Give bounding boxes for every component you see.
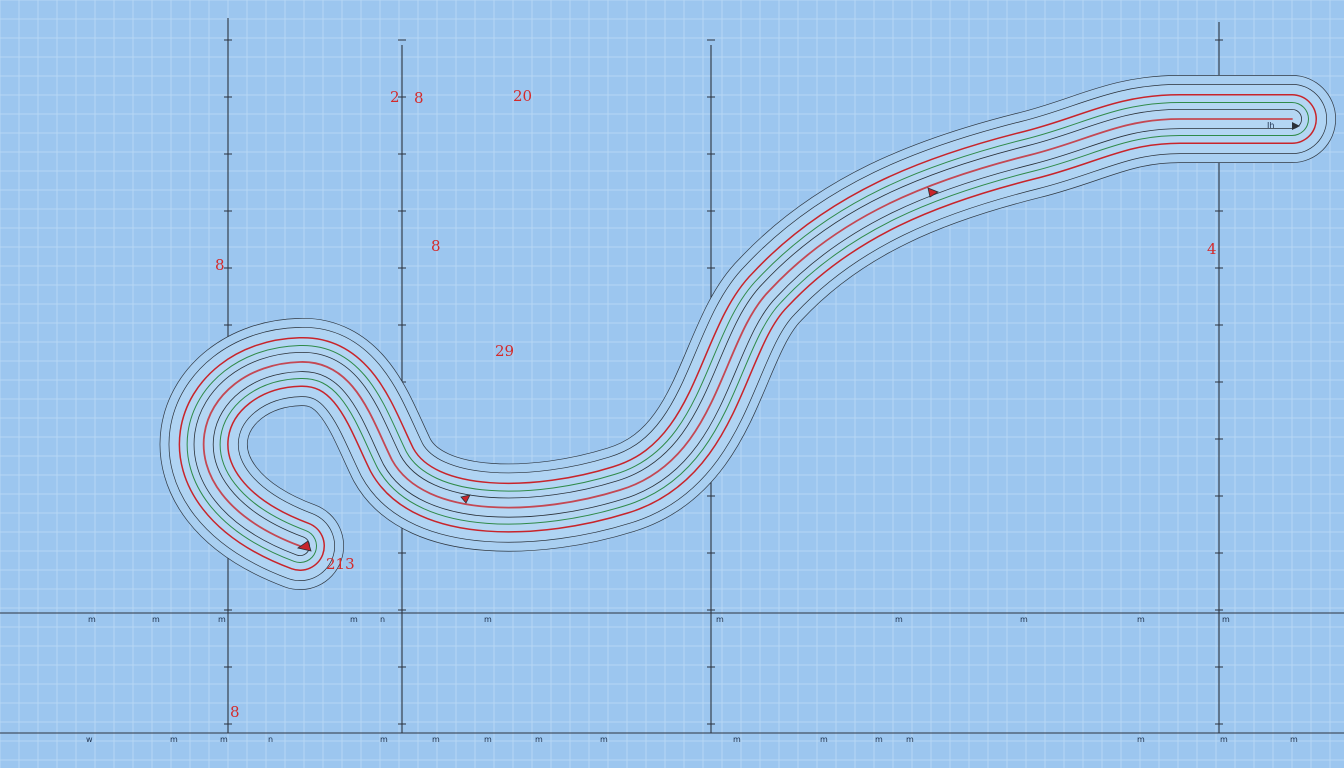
axis-mark-upper: m xyxy=(88,615,96,624)
axis-mark-lower: m xyxy=(432,735,440,744)
axis-mark-upper: m xyxy=(152,615,160,624)
axis-mark-lower: m xyxy=(1290,735,1298,744)
axis-mark-upper: m xyxy=(895,615,903,624)
axis-mark-upper: m xyxy=(350,615,358,624)
axis-mark-lower: m xyxy=(600,735,608,744)
axis-mark-lower: m xyxy=(906,735,914,744)
label-left-8: 8 xyxy=(215,256,225,274)
axis-mark-lower: m xyxy=(535,735,543,744)
axis-mark-upper: m xyxy=(716,615,724,624)
label-top-20: 20 xyxy=(513,87,532,105)
axis-mark-lower: m xyxy=(220,735,228,744)
axis-mark-lower: m xyxy=(1220,735,1228,744)
axis-mark-upper: m xyxy=(1020,615,1028,624)
far-right-glyph: Ih xyxy=(1267,121,1274,130)
label-bottom-left-8: 8 xyxy=(230,703,240,721)
axis-mark-upper: n xyxy=(380,615,385,624)
diagram-canvas: m m m m n m m m m m mw m m n m m m m m m m m m m m m Ih 2 8 20 8 … xyxy=(0,0,1344,768)
axis-mark-upper: m xyxy=(1137,615,1145,624)
axis-mark-upper: m xyxy=(218,615,226,624)
label-right-4: 4 xyxy=(1207,240,1217,258)
axis-mark-lower: m xyxy=(484,735,492,744)
axis-mark-lower: m xyxy=(1137,735,1145,744)
axis-mark-lower: m xyxy=(170,735,178,744)
axis-mark-lower: m xyxy=(820,735,828,744)
axis-mark-lower: n xyxy=(268,735,273,744)
axis-mark-lower: m xyxy=(875,735,883,744)
axis-mark-lower: m xyxy=(733,735,741,744)
axis-mark-lower: w xyxy=(86,735,93,744)
label-top-2: 2 xyxy=(390,88,400,106)
label-mid-29: 29 xyxy=(495,342,514,360)
label-bottom-213: 213 xyxy=(326,555,355,573)
label-top-8: 8 xyxy=(414,89,424,107)
label-mid-8: 8 xyxy=(431,237,441,255)
axis-mark-lower: m xyxy=(380,735,388,744)
axis-mark-upper: m xyxy=(484,615,492,624)
axis-mark-upper: m xyxy=(1222,615,1230,624)
